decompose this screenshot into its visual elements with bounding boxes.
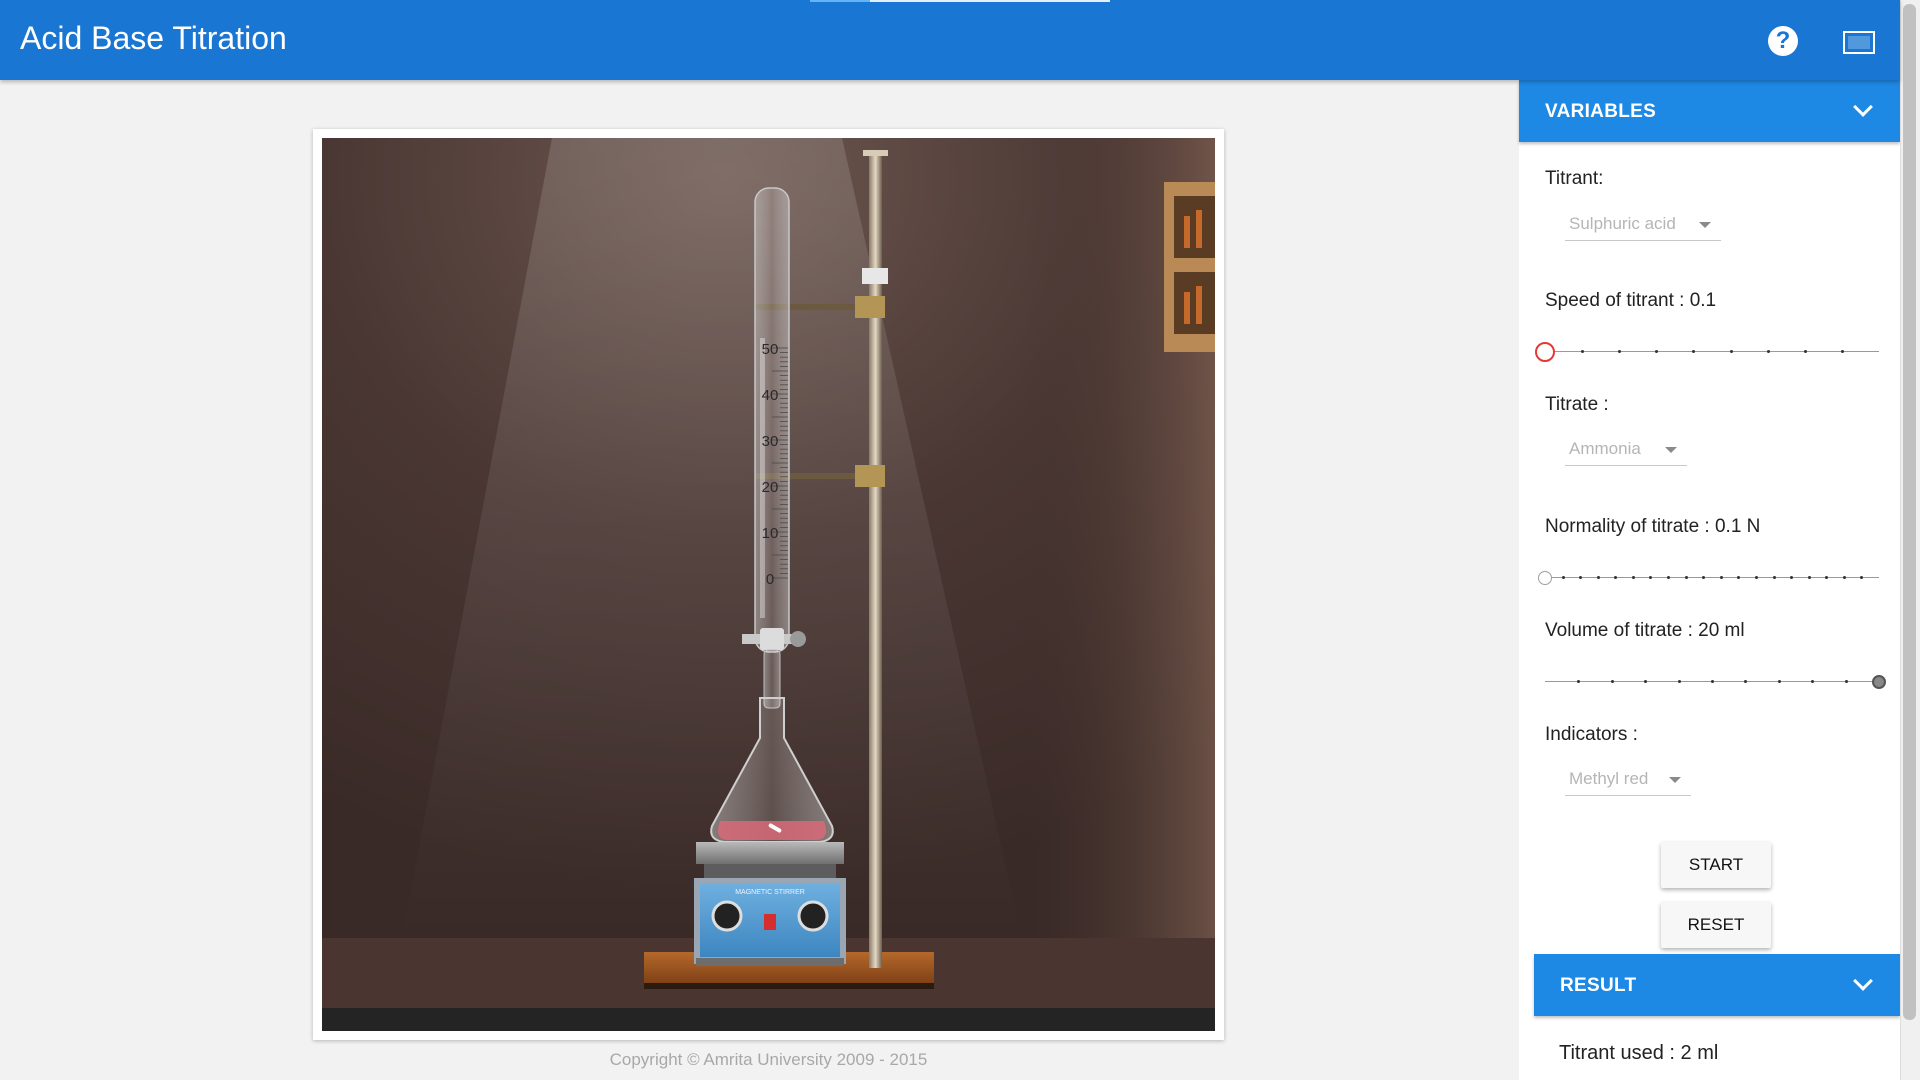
titrant-label: Titrant: bbox=[1545, 168, 1604, 189]
burette-scale-label: 0 bbox=[766, 571, 774, 588]
dropdown-arrow-icon bbox=[1665, 447, 1677, 453]
slider-tick bbox=[1744, 680, 1748, 683]
speed-slider[interactable] bbox=[1535, 341, 1879, 363]
titration-simulation-canvas[interactable]: 50 40 30 20 10 0 MAGNETIC STIRRER bbox=[322, 138, 1215, 1031]
titrant-select[interactable]: Sulphuric acid bbox=[1565, 210, 1721, 241]
chevron-down-icon[interactable] bbox=[1853, 971, 1873, 991]
scrollbar-thumb[interactable] bbox=[1903, 4, 1916, 1020]
wall-shelf bbox=[1164, 182, 1215, 352]
slider-tick bbox=[1719, 576, 1723, 579]
slider-tick bbox=[1825, 576, 1829, 579]
loading-bar bbox=[810, 0, 1110, 2]
variables-panel: VARIABLES Titrant: Sulphuric acid Speed … bbox=[1519, 80, 1900, 1080]
slider-tick bbox=[1729, 350, 1733, 353]
start-button[interactable]: START bbox=[1661, 842, 1771, 888]
chevron-down-icon[interactable] bbox=[1853, 97, 1873, 117]
burette-scale-label: 30 bbox=[762, 433, 779, 450]
slider-tick bbox=[1842, 576, 1846, 579]
titrant-used-value: Titrant used : 2 ml bbox=[1559, 1042, 1719, 1064]
result-header[interactable]: RESULT bbox=[1534, 954, 1900, 1016]
slider-tick bbox=[1811, 680, 1815, 683]
slider-tick bbox=[1596, 576, 1600, 579]
titrate-label: Titrate : bbox=[1545, 394, 1609, 415]
slider-thumb[interactable] bbox=[1535, 342, 1555, 362]
burette-scale-label: 50 bbox=[762, 341, 779, 358]
volume-slider[interactable] bbox=[1545, 671, 1886, 693]
slider-tick bbox=[1631, 576, 1635, 579]
slider-tick bbox=[1581, 350, 1585, 353]
slider-tick bbox=[1790, 576, 1794, 579]
slider-tick bbox=[1860, 576, 1864, 579]
slider-tick bbox=[1692, 350, 1696, 353]
volume-label: Volume of titrate : 20 ml bbox=[1545, 620, 1745, 641]
help-icon[interactable]: ? bbox=[1768, 26, 1798, 56]
indicators-value: Methyl red bbox=[1569, 769, 1649, 788]
burette-scale-label: 40 bbox=[762, 387, 779, 404]
app-title: Acid Base Titration bbox=[20, 20, 287, 56]
result-title: RESULT bbox=[1560, 975, 1637, 996]
slider-tick bbox=[1844, 680, 1848, 683]
slider-tick bbox=[1677, 680, 1681, 683]
titrate-select[interactable]: Ammonia bbox=[1565, 435, 1687, 466]
titrant-value: Sulphuric acid bbox=[1569, 214, 1676, 233]
dropdown-arrow-icon bbox=[1699, 222, 1711, 228]
slider-tick bbox=[1711, 680, 1714, 683]
slider-thumb[interactable] bbox=[1538, 571, 1552, 585]
slider-tick bbox=[1766, 350, 1770, 353]
slider-tick bbox=[1618, 350, 1622, 353]
variables-title: VARIABLES bbox=[1545, 101, 1657, 122]
slider-track[interactable] bbox=[1545, 577, 1879, 578]
magnetic-stirrer: MAGNETIC STIRRER bbox=[694, 842, 846, 966]
slider-tick bbox=[1579, 576, 1583, 579]
slider-tick bbox=[1702, 576, 1706, 579]
slider-tick bbox=[1610, 680, 1614, 683]
app-header: Acid Base Titration ? bbox=[0, 0, 1900, 80]
copyright-text: Copyright © Amrita University 2009 - 201… bbox=[609, 1050, 928, 1069]
burette-scale-label: 20 bbox=[762, 479, 779, 496]
titrate-value: Ammonia bbox=[1569, 439, 1641, 458]
slider-tick bbox=[1561, 576, 1565, 579]
slider-tick bbox=[1803, 350, 1807, 353]
slider-tick bbox=[1840, 350, 1844, 353]
slider-tick bbox=[1614, 576, 1618, 579]
reset-button[interactable]: RESET bbox=[1661, 902, 1771, 948]
speed-label: Speed of titrant : 0.1 bbox=[1545, 290, 1717, 311]
fullscreen-icon[interactable] bbox=[1843, 31, 1875, 54]
slider-thumb[interactable] bbox=[1872, 675, 1886, 689]
slider-tick bbox=[1644, 680, 1648, 683]
normality-slider[interactable] bbox=[1538, 567, 1879, 589]
slider-tick bbox=[1807, 576, 1811, 579]
slider-tick bbox=[1772, 576, 1776, 579]
stirrer-label: MAGNETIC STIRRER bbox=[735, 889, 805, 896]
indicators-label: Indicators : bbox=[1545, 724, 1638, 745]
indicators-select[interactable]: Methyl red bbox=[1565, 765, 1691, 796]
simulation-frame: 50 40 30 20 10 0 MAGNETIC STIRRER bbox=[313, 129, 1224, 1040]
slider-tick bbox=[1667, 576, 1671, 579]
slider-tick bbox=[1737, 576, 1741, 579]
slider-tick bbox=[1684, 576, 1688, 579]
variables-header[interactable]: VARIABLES bbox=[1519, 80, 1900, 142]
normality-label: Normality of titrate : 0.1 N bbox=[1545, 516, 1761, 537]
slider-tick bbox=[1754, 576, 1758, 579]
dropdown-arrow-icon bbox=[1669, 777, 1681, 783]
slider-tick bbox=[1777, 680, 1781, 683]
slider-track[interactable] bbox=[1545, 351, 1879, 352]
slider-tick bbox=[1655, 350, 1659, 353]
burette-scale-label: 10 bbox=[762, 525, 779, 542]
slider-tick bbox=[1577, 680, 1581, 683]
